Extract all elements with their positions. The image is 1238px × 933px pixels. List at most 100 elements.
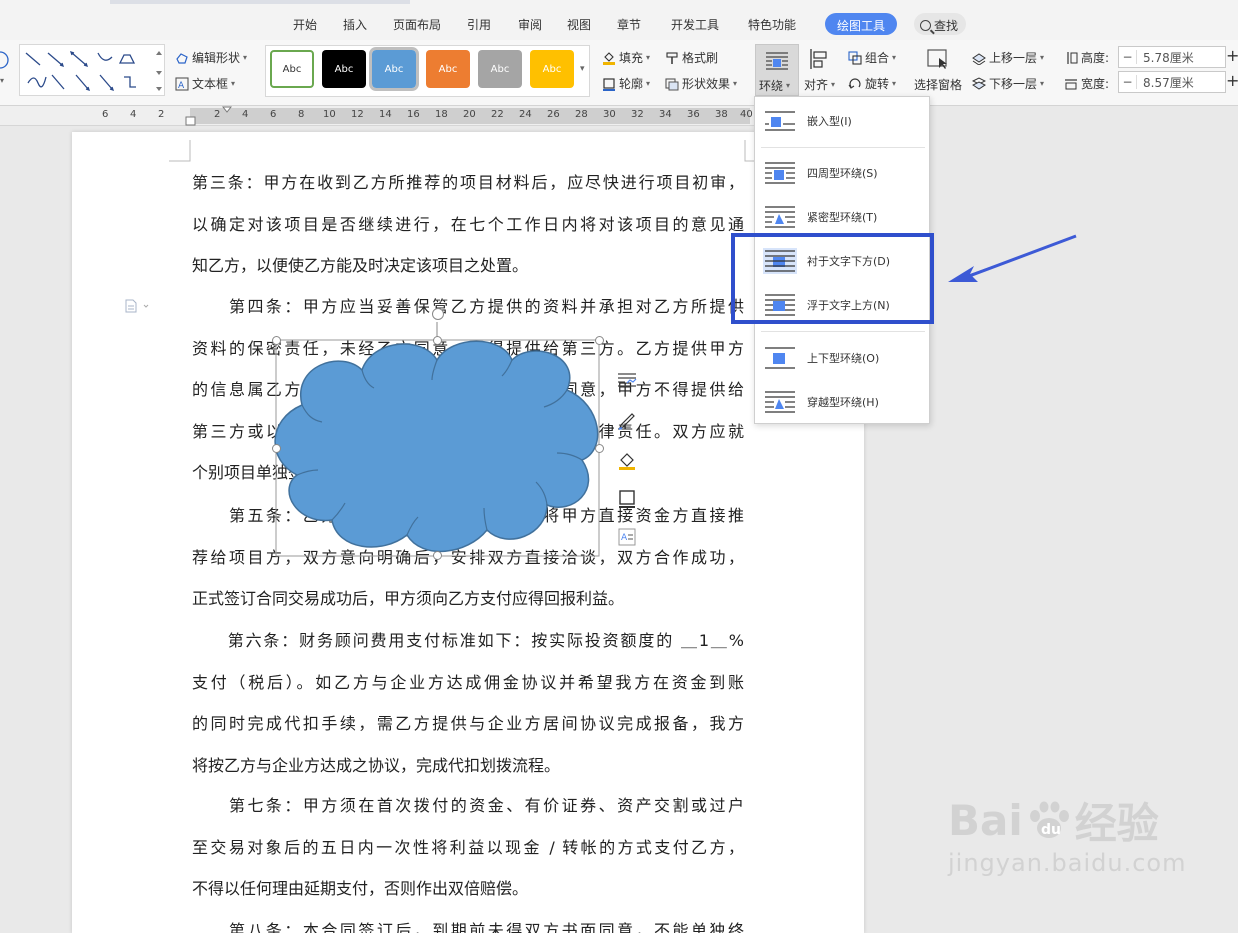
tab-review[interactable]: 审阅 (518, 16, 542, 33)
text-line: 第六条：财务顾问费用支付标准如下：按实际投资额度的 ＿1＿% (192, 631, 744, 650)
ruler-tick: 28 (575, 109, 588, 120)
layout-options-icon (618, 373, 637, 387)
line-shapes-gallery[interactable] (19, 44, 165, 96)
shape-outline-button[interactable] (614, 486, 640, 512)
height-label: 高度: (1081, 51, 1110, 65)
layout-options-button[interactable] (614, 368, 640, 394)
send-backward-button[interactable]: 下移一层 ▾ (972, 75, 1044, 92)
text-box-button[interactable]: A 文本框 ▾ (175, 75, 235, 92)
left-indent-marker[interactable] (185, 114, 197, 126)
menu-divider (761, 147, 925, 148)
menu-item-label: 四周型环绕(S) (807, 167, 878, 180)
first-line-indent-marker[interactable] (222, 106, 232, 114)
height-increment[interactable]: + (1226, 46, 1238, 65)
height-value: 5.78厘米 (1143, 50, 1194, 65)
style-swatch-blue[interactable]: Abc (369, 47, 419, 91)
paint-bucket-icon (603, 51, 615, 65)
annotation-highlight-box (731, 233, 934, 324)
shape-effects-label: 形状效果 (682, 77, 731, 91)
style-swatch-gold[interactable]: Abc (530, 50, 574, 88)
ruler-tick: 2 (158, 109, 165, 120)
wrap-text-icon (766, 52, 788, 70)
paragraph-article-8[interactable]: 第八条：本合同签订后，到期前未得双方书面同意，不能单独终 (192, 910, 744, 933)
paragraph-article-6[interactable]: 第六条：财务顾问费用支付标准如下：按实际投资额度的 ＿1＿% 支付（税后）。如乙… (192, 620, 744, 786)
tab-page-layout[interactable]: 页面布局 (393, 16, 441, 33)
cloud-shape[interactable] (262, 308, 612, 560)
menu-item-square[interactable]: 四周型环绕(S) (755, 153, 929, 193)
annotation-arrow-icon (948, 234, 1077, 282)
height-label-wrap: 高度: (1064, 49, 1109, 66)
selection-pane-button[interactable]: 选择窗格 (914, 48, 962, 93)
height-decrement[interactable]: − (1119, 50, 1137, 64)
wrap-text-button[interactable]: 环绕 ▾ (755, 44, 799, 96)
shape-text-button[interactable]: A (614, 524, 640, 550)
format-painter-label: 格式刷 (682, 51, 719, 65)
style-swatch-black[interactable]: Abc (322, 50, 366, 88)
resize-handle-s[interactable] (433, 551, 442, 560)
text-line: 第三条：甲方在收到乙方所推荐的项目材料后，应尽快进行项目初审， (192, 173, 744, 192)
ruler-tick: 20 (463, 109, 476, 120)
menu-item-through[interactable]: 穿越型环绕(H) (755, 382, 929, 422)
paragraph-article-3[interactable]: 第三条：甲方在收到乙方所推荐的项目材料后，应尽快进行项目初审， 以确定对该项目是… (192, 162, 744, 287)
format-painter-icon (666, 51, 678, 64)
tab-special[interactable]: 特色功能 (748, 16, 796, 33)
through-wrap-icon (765, 391, 795, 413)
width-input[interactable]: − 8.57厘米 (1118, 71, 1226, 93)
height-input[interactable]: − 5.78厘米 (1118, 46, 1226, 68)
width-label: 宽度: (1081, 77, 1110, 91)
fill-button[interactable]: 填充 ▾ (602, 49, 650, 66)
svg-text:A: A (178, 81, 185, 91)
resize-handle-n[interactable] (433, 336, 442, 345)
text-line: 知乙方，以便使乙方能及时决定该项目之处置。 (192, 256, 529, 275)
tab-view[interactable]: 视图 (567, 16, 591, 33)
resize-handle-nw[interactable] (272, 336, 281, 345)
group-button[interactable]: 组合 ▾ (848, 49, 896, 66)
tab-chapter[interactable]: 章节 (617, 16, 641, 33)
tab-references[interactable]: 引用 (467, 16, 491, 33)
rotate-handle[interactable] (432, 308, 444, 320)
tab-insert[interactable]: 插入 (343, 16, 367, 33)
send-backward-icon (972, 76, 986, 90)
ellipse-tool-icon[interactable] (0, 50, 12, 70)
style-swatch-gray[interactable]: Abc (478, 50, 522, 88)
text-line: 以确定对该项目是否继续进行，在七个工作日内将对该项目的意见通 (192, 214, 744, 234)
shape-effects-icon (665, 77, 679, 90)
edit-shape-button[interactable]: 编辑形状 ▾ (175, 49, 247, 66)
tab-drawing-tools[interactable]: 绘图工具 (825, 13, 898, 35)
search-button[interactable]: 查找 (914, 13, 967, 35)
ruler-tick: 6 (270, 109, 277, 120)
width-label-wrap: 宽度: (1064, 75, 1109, 92)
ruler-tick: 4 (242, 109, 249, 120)
shape-style-button[interactable] (614, 408, 640, 434)
text-line: 的同时完成代扣手续，需乙方提供与企业方居间协议完成报备，我方 (192, 714, 744, 733)
outline-button[interactable]: 轮廓 ▾ (602, 75, 650, 92)
ruler-tick: 16 (407, 109, 420, 120)
width-decrement[interactable]: − (1119, 75, 1137, 89)
tab-developer[interactable]: 开发工具 (671, 16, 719, 33)
group-label: 组合 (865, 51, 890, 65)
resize-handle-ne[interactable] (595, 336, 604, 345)
width-increment[interactable]: + (1226, 71, 1238, 90)
format-painter-button[interactable]: 格式刷 (665, 49, 718, 66)
width-value: 8.57厘米 (1143, 75, 1194, 90)
paragraph-settings-icon[interactable] (124, 299, 154, 313)
resize-handle-e[interactable] (595, 444, 604, 453)
shape-tool-caret[interactable]: ▾ (0, 76, 4, 85)
shape-effects-button[interactable]: 形状效果 ▾ (665, 75, 737, 92)
paragraph-article-7[interactable]: 第七条：甲方须在首次拨付的资金、有价证券、资产交割或过户 至交易对象后的五日内一… (192, 785, 744, 910)
shape-fill-button[interactable] (614, 448, 640, 474)
tab-home[interactable]: 开始 (293, 16, 317, 33)
style-swatch-white[interactable]: Abc (270, 50, 314, 88)
bring-forward-label: 上移一层 (989, 51, 1038, 65)
wrap-text-label: 环绕 (759, 79, 784, 93)
menu-item-inline[interactable]: 嵌入型(I) (755, 101, 929, 141)
bring-forward-button[interactable]: 上移一层 ▾ (972, 49, 1044, 66)
horizontal-ruler[interactable]: 6 4 2 2 4 6 8 10 12 14 16 18 20 22 24 26… (0, 106, 755, 126)
resize-handle-w[interactable] (272, 444, 281, 453)
align-button[interactable]: 对齐 ▾ (804, 48, 835, 93)
style-swatch-orange[interactable]: Abc (426, 50, 470, 88)
rotate-button[interactable]: 旋转 ▾ (848, 75, 896, 92)
style-gallery-more[interactable]: ▾ (580, 64, 585, 74)
menu-item-top-bottom[interactable]: 上下型环绕(O) (755, 338, 929, 378)
menu-item-tight[interactable]: 紧密型环绕(T) (755, 197, 929, 237)
